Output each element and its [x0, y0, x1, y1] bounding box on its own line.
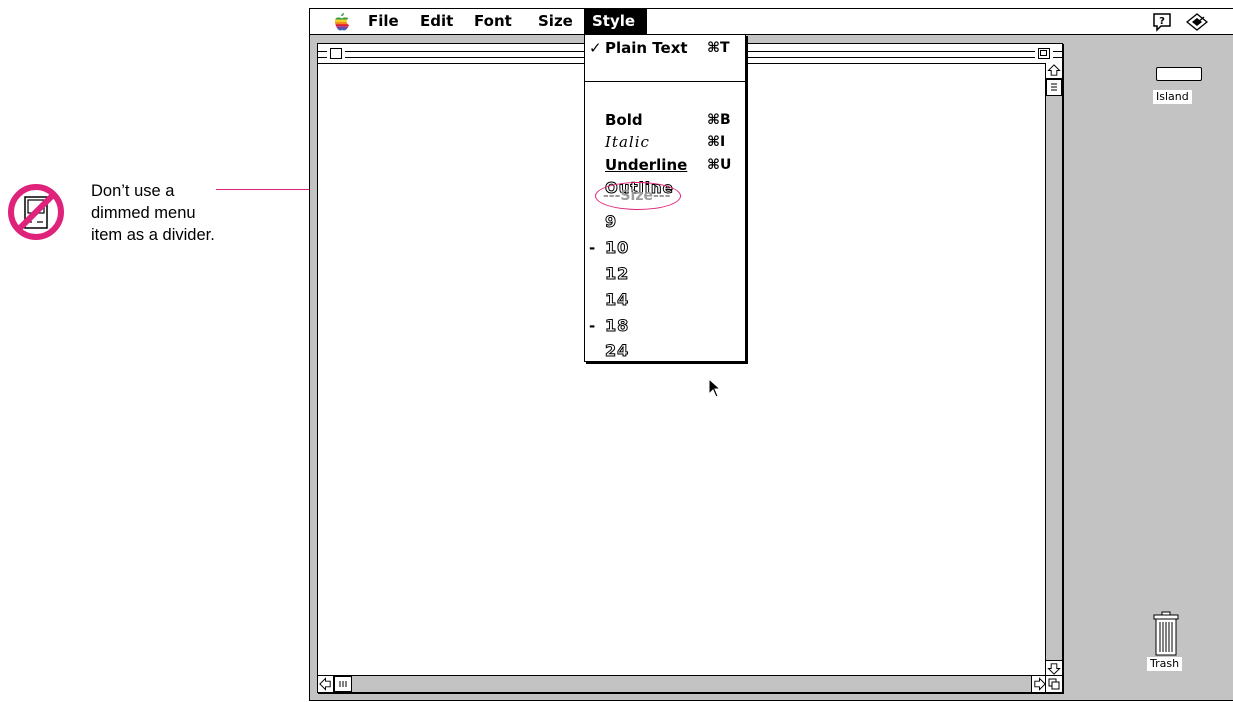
menu-item-label: 9	[604, 212, 618, 232]
menu-item-label: 24	[604, 341, 630, 361]
menu-item-size-24[interactable]: 24	[585, 338, 745, 364]
menu-item-size-10[interactable]: - 10	[585, 235, 745, 261]
menu-font[interactable]: Font	[468, 9, 518, 34]
trash-label[interactable]: Trash	[1147, 657, 1183, 671]
horizontal-scrollbar[interactable]	[318, 675, 1047, 692]
menu-item-size-18[interactable]: - 18	[585, 313, 745, 339]
annotation-line-1: Don’t use a	[91, 182, 175, 200]
menu-item-plain-text[interactable]: ✓ Plain Text ⌘T	[585, 35, 745, 61]
menu-item-label: 18	[604, 316, 630, 336]
mouse-pointer-icon	[708, 378, 722, 398]
prohibited-computer-icon	[8, 184, 64, 240]
mac-screen: File Edit Font Size Style ? ✓ Plain Text…	[309, 8, 1233, 701]
menu-file[interactable]: File	[362, 9, 405, 34]
style-menu-dropdown: ✓ Plain Text ⌘T Bold ⌘B Italic ⌘I Underl…	[584, 34, 746, 362]
size-box[interactable]	[1045, 675, 1062, 692]
menu-item-mark: -	[589, 239, 596, 257]
apple-icon[interactable]	[334, 12, 350, 31]
scroll-up-arrow-icon[interactable]	[1046, 63, 1062, 79]
trash-icon[interactable]	[1151, 610, 1181, 660]
menu-item-label: 10	[604, 238, 630, 258]
close-box[interactable]	[330, 48, 342, 59]
help-icon[interactable]: ?	[1152, 12, 1172, 32]
menu-item-label: 14	[604, 290, 630, 310]
hard-disk-icon[interactable]	[1156, 67, 1202, 81]
zoom-box[interactable]	[1038, 48, 1050, 59]
menu-item-mark: -	[589, 317, 596, 335]
menu-item-label: Plain Text	[605, 39, 688, 57]
scroll-down-arrow-icon[interactable]	[1046, 660, 1062, 676]
annotation-line-3: item as a divider.	[91, 226, 215, 244]
application-icon[interactable]	[1186, 13, 1208, 31]
menu-bar: File Edit Font Size Style ?	[310, 9, 1233, 35]
menu-item-label: 12	[604, 264, 630, 284]
svg-text:?: ?	[1159, 16, 1165, 27]
menu-item-shortcut: ⌘T	[707, 40, 730, 56]
menu-style[interactable]: Style	[584, 9, 647, 34]
annotation-line-2: dimmed menu	[91, 204, 196, 222]
scroll-left-arrow-icon[interactable]	[318, 676, 334, 692]
menu-separator	[585, 81, 745, 82]
horizontal-scroll-thumb[interactable]	[334, 676, 352, 692]
vertical-scroll-thumb[interactable]	[1046, 79, 1062, 96]
disk-label[interactable]: Island	[1153, 90, 1192, 104]
menu-item-size-9[interactable]: 9	[585, 209, 745, 235]
menu-size[interactable]: Size	[532, 9, 579, 34]
menu-item-size-14[interactable]: 14	[585, 287, 745, 313]
checkmark-icon: ✓	[589, 39, 602, 57]
menu-edit[interactable]: Edit	[414, 9, 459, 34]
vertical-scrollbar[interactable]	[1045, 63, 1062, 676]
highlight-ellipse	[595, 182, 681, 210]
menu-item-size-12[interactable]: 12	[585, 261, 745, 287]
